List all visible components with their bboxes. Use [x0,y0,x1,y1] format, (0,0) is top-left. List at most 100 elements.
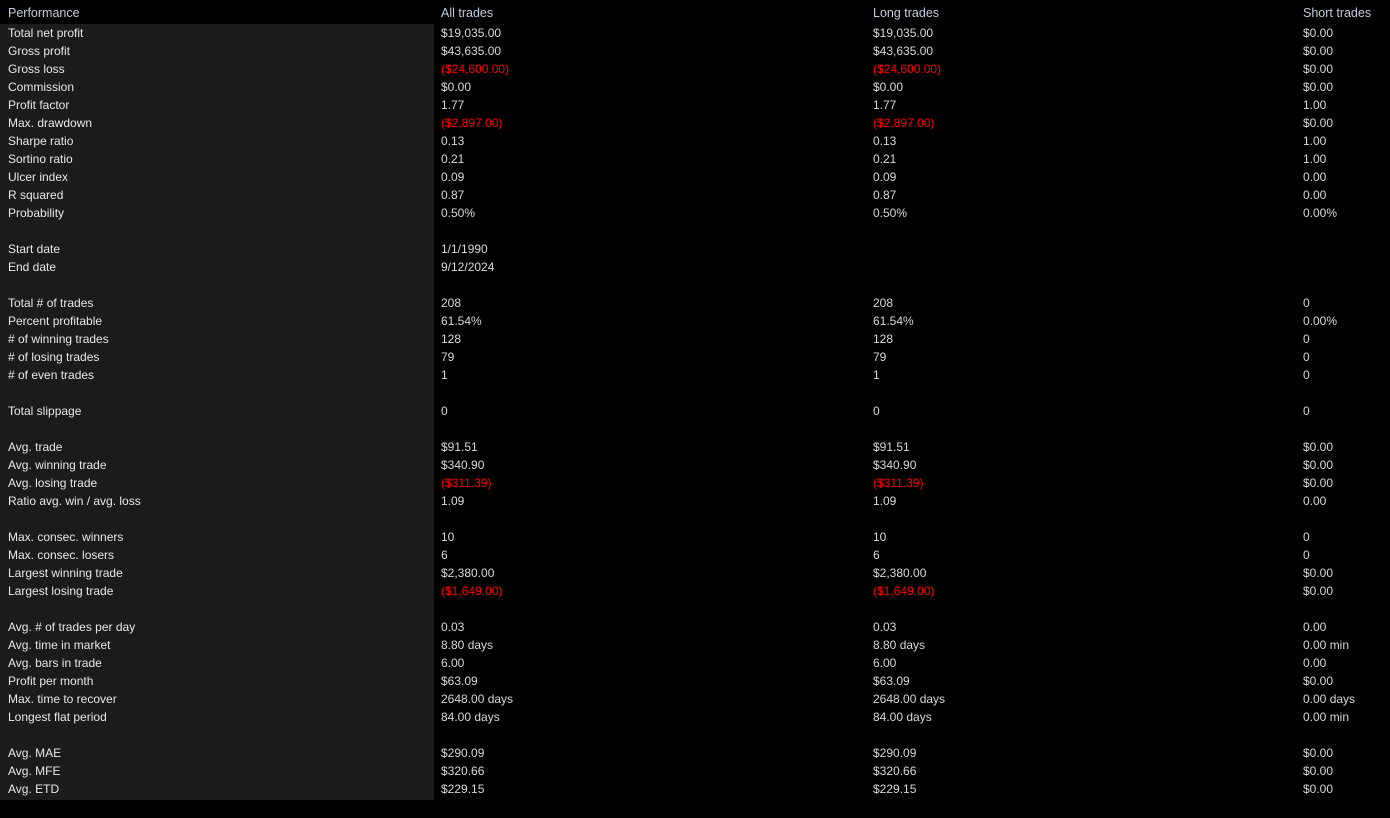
table-row[interactable]: Avg. bars in trade 6.00 6.00 0.00 [0,654,1390,672]
table-row[interactable]: Total # of trades 208 208 0 [0,294,1390,312]
column-header-performance[interactable]: Performance [8,6,80,20]
cell-all-trades: 1/1/1990 [441,242,488,256]
table-row[interactable]: Probability 0.50% 0.50% 0.00% [0,204,1390,222]
row-label: Gross loss [8,62,65,76]
cell-all-trades: 6.00 [441,656,465,670]
cell-short-trades: $0.00 [1303,80,1334,94]
table-row[interactable]: # of winning trades 128 128 0 [0,330,1390,348]
column-header-all-trades[interactable]: All trades [441,6,493,20]
row-label: Total net profit [8,26,84,40]
cell-short-trades: 0.00 [1303,188,1327,202]
table-row[interactable]: Gross profit $43,635.00 $43,635.00 $0.00 [0,42,1390,60]
row-label: Largest losing trade [8,584,114,598]
table-row[interactable]: R squared 0.87 0.87 0.00 [0,186,1390,204]
table-row[interactable]: Percent profitable 61.54% 61.54% 0.00% [0,312,1390,330]
cell-long-trades: 0.21 [873,152,897,166]
row-label: Profit per month [8,674,94,688]
cell-long-trades: ($311.39) [873,476,924,490]
table-row[interactable]: Avg. time in market 8.80 days 8.80 days 0.0… [0,636,1390,654]
cell-all-trades: 128 [441,332,462,346]
cell-all-trades: 0.21 [441,152,465,166]
table-row[interactable]: Sortino ratio 0.21 0.21 1.00 [0,150,1390,168]
table-row[interactable]: Sharpe ratio 0.13 0.13 1.00 [0,132,1390,150]
row-label: Ulcer index [8,170,69,184]
table-row[interactable]: Longest flat period 84.00 days 84.00 days 0… [0,708,1390,726]
table-row[interactable]: Total slippage 0 0 0 [0,402,1390,420]
cell-short-trades: 0 [1303,368,1310,382]
cell-long-trades: $320.66 [873,764,917,778]
table-row[interactable]: End date 9/12/2024 [0,258,1390,276]
table-row[interactable]: Largest losing trade ($1,649.00) ($1,649.0… [0,582,1390,600]
cell-all-trades: 61.54% [441,314,482,328]
table-row[interactable]: # of even trades 1 1 0 [0,366,1390,384]
cell-all-trades: $340.90 [441,458,485,472]
table-row[interactable]: Max. consec. losers 6 6 0 [0,546,1390,564]
cell-all-trades: $63.09 [441,674,478,688]
table-spacer-row [0,222,1390,240]
cell-short-trades: 0.00% [1303,206,1338,220]
row-label: Total slippage [8,404,82,418]
cell-long-trades: 1.77 [873,98,897,112]
table-row[interactable]: Avg. losing trade ($311.39) ($311.39) $0.00 [0,474,1390,492]
cell-long-trades: 0.50% [873,206,908,220]
table-row[interactable]: Start date 1/1/1990 [0,240,1390,258]
cell-all-trades: 0.13 [441,134,465,148]
table-spacer-row [0,600,1390,618]
cell-long-trades: $91.51 [873,440,910,454]
table-spacer-row [0,726,1390,744]
cell-all-trades: $0.00 [441,80,472,94]
table-row[interactable]: Total net profit $19,035.00 $19,035.00 $0.0… [0,24,1390,42]
cell-all-trades: 1.09 [441,494,465,508]
cell-short-trades: 0.00 [1303,494,1327,508]
cell-short-trades: $0.00 [1303,440,1334,454]
table-row[interactable]: Gross loss ($24,600.00) ($24,600.00) $0.00 [0,60,1390,78]
table-row[interactable]: Avg. trade $91.51 $91.51 $0.00 [0,438,1390,456]
table-row[interactable]: Commission $0.00 $0.00 $0.00 [0,78,1390,96]
table-row[interactable]: Avg. MFE $320.66 $320.66 $0.00 [0,762,1390,780]
table-row[interactable]: Profit per month $63.09 $63.09 $0.00 [0,672,1390,690]
cell-long-trades: 1.09 [873,494,897,508]
table-row[interactable]: Max. consec. winners 10 10 0 [0,528,1390,546]
cell-short-trades: $0.00 [1303,62,1334,76]
cell-long-trades: 8.80 days [873,638,926,652]
table-row[interactable]: Avg. # of trades per day 0.03 0.03 0.00 [0,618,1390,636]
cell-short-trades: 0.00 [1303,170,1327,184]
table-row[interactable]: Max. drawdown ($2,897.00) ($2,897.00) $0.00 [0,114,1390,132]
cell-short-trades: 0 [1303,530,1310,544]
cell-all-trades: $290.09 [441,746,485,760]
row-label: # of even trades [8,368,95,382]
row-label: # of losing trades [8,350,100,364]
cell-short-trades: 1.00 [1303,152,1327,166]
table-row[interactable]: Avg. ETD $229.15 $229.15 $0.00 [0,780,1390,798]
table-row[interactable]: Profit factor 1.77 1.77 1.00 [0,96,1390,114]
table-header-row: Performance All trades Long trades Short… [0,0,1390,24]
cell-all-trades: ($1,649.00) [441,584,503,598]
cell-all-trades: ($24,600.00) [441,62,510,76]
row-label: # of winning trades [8,332,109,346]
column-header-long-trades[interactable]: Long trades [873,6,939,20]
table-row[interactable]: Max. time to recover 2648.00 days 2648.00 … [0,690,1390,708]
row-label: Max. time to recover [8,692,117,706]
table-row[interactable]: Avg. MAE $290.09 $290.09 $0.00 [0,744,1390,762]
table-row[interactable]: Avg. winning trade $340.90 $340.90 $0.00 [0,456,1390,474]
table-spacer-row [0,276,1390,294]
cell-long-trades: 6.00 [873,656,897,670]
cell-short-trades: $0.00 [1303,44,1334,58]
cell-all-trades: 0.87 [441,188,465,202]
table-row[interactable]: Largest winning trade $2,380.00 $2,380.00 $… [0,564,1390,582]
cell-long-trades: 208 [873,296,894,310]
cell-all-trades: $43,635.00 [441,44,502,58]
table-row[interactable]: # of losing trades 79 79 0 [0,348,1390,366]
cell-long-trades: 0.13 [873,134,897,148]
cell-all-trades: 1 [441,368,448,382]
cell-long-trades: 79 [873,350,887,364]
cell-long-trades: ($2,897.00) [873,116,935,130]
cell-long-trades: ($24,600.00) [873,62,942,76]
column-header-short-trades[interactable]: Short trades [1303,6,1371,20]
cell-short-trades: $0.00 [1303,476,1334,490]
cell-short-trades: 0 [1303,296,1310,310]
cell-all-trades: $91.51 [441,440,478,454]
table-row[interactable]: Ulcer index 0.09 0.09 0.00 [0,168,1390,186]
table-row[interactable]: Ratio avg. win / avg. loss 1.09 1.09 0.00 [0,492,1390,510]
row-label: Max. consec. losers [8,548,115,562]
